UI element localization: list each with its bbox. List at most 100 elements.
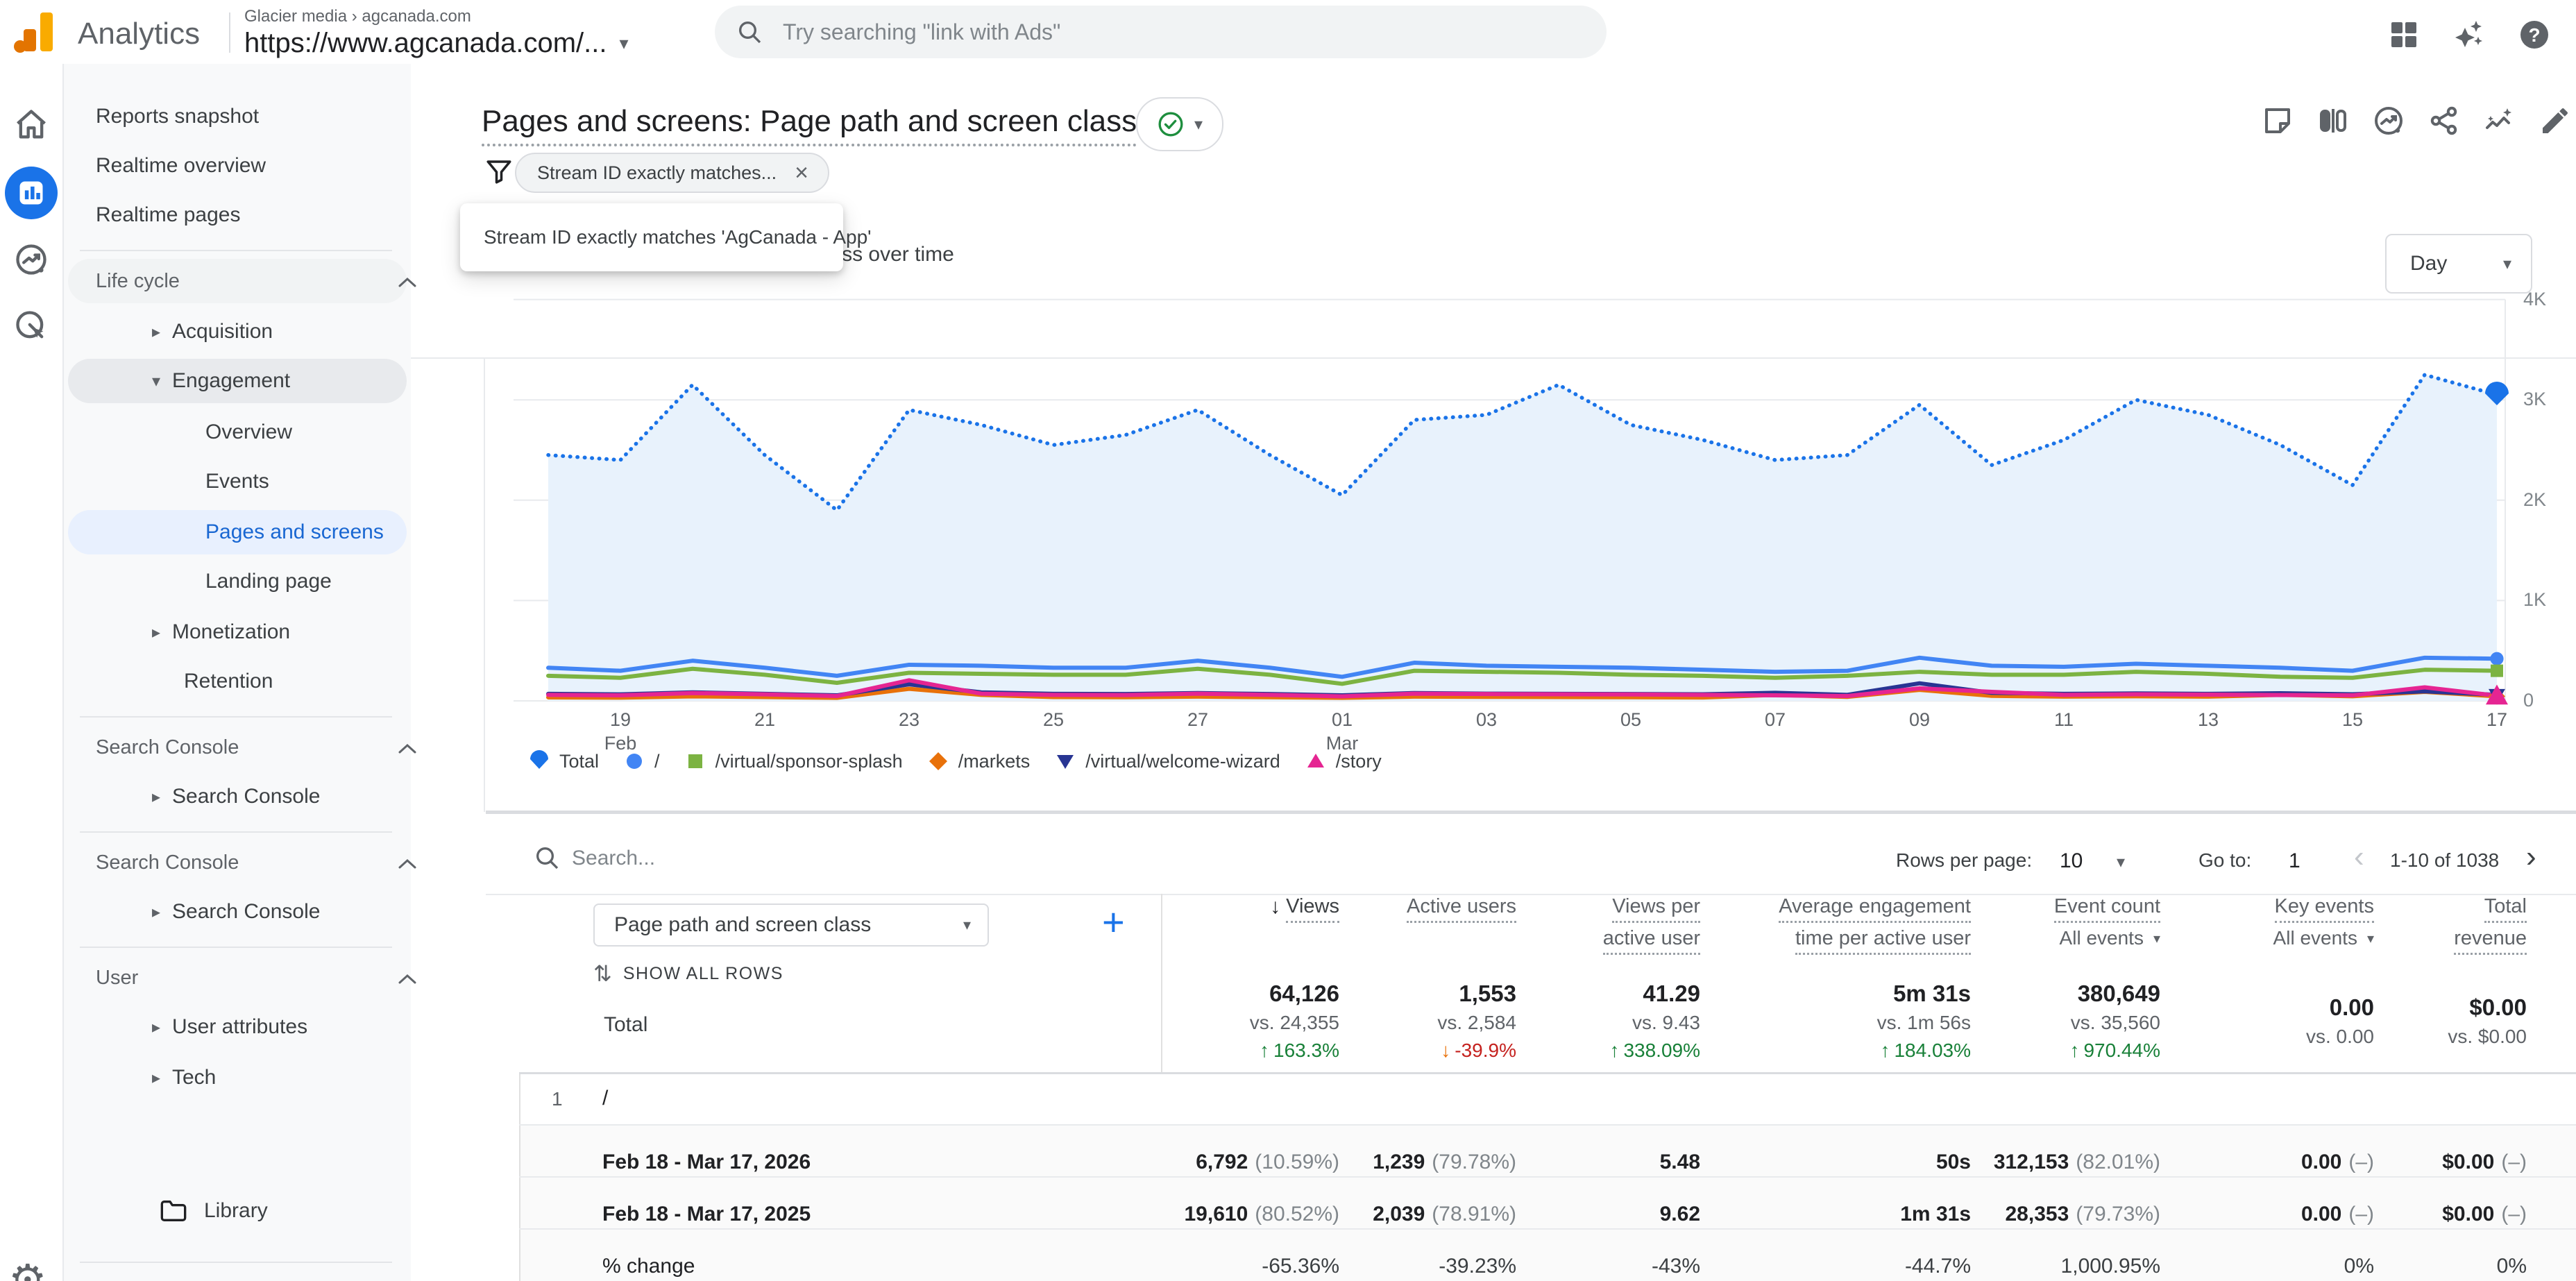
home-icon[interactable] xyxy=(13,107,49,143)
sidebar-item-search-console[interactable]: ▸Search Console xyxy=(62,774,489,819)
page-next-icon[interactable]: › xyxy=(2526,840,2536,874)
sidebar-item-engagement[interactable]: ▾Engagement xyxy=(62,359,489,403)
note-icon[interactable] xyxy=(2261,104,2294,137)
sidebar-item-acquisition[interactable]: ▸Acquisition xyxy=(62,309,489,354)
metric-filter-select[interactable]: All events▾ xyxy=(2060,927,2160,949)
x-tick-label: 27 xyxy=(1156,708,1239,731)
report-status-badge[interactable]: ▾ xyxy=(1136,97,1223,151)
totals-value: 380,649 xyxy=(2078,978,2160,1009)
sidebar-item-realtime-overview[interactable]: Realtime overview xyxy=(62,144,444,188)
sparkline-insights-icon[interactable] xyxy=(2483,104,2516,137)
rows-per-page-select[interactable]: 10 xyxy=(2060,849,2083,873)
sidebar-item-pages-and-screens[interactable]: Pages and screens xyxy=(62,510,554,554)
sidebar-item-retention[interactable]: Retention xyxy=(62,659,532,704)
chevron-up-icon[interactable] xyxy=(398,974,416,985)
divider xyxy=(229,12,230,53)
sidebar-item-tech[interactable]: ▸Tech xyxy=(62,1055,489,1100)
triangle-right-icon: ▸ xyxy=(140,622,172,643)
column-header-active-users[interactable]: Active users xyxy=(1407,895,1516,927)
column-header-total[interactable]: Totalrevenue xyxy=(2454,895,2527,959)
sidebar-item-search-console[interactable]: Search Console xyxy=(62,840,444,885)
timeseries-chart[interactable] xyxy=(411,285,2576,749)
sidebar-item-events[interactable]: Events xyxy=(62,459,554,504)
global-search-input[interactable]: Try searching "link with Ads" xyxy=(715,6,1607,58)
triangle-right-icon: ▸ xyxy=(140,1017,172,1037)
explore-icon[interactable] xyxy=(13,241,49,278)
column-header-event-count[interactable]: Event countAll events▾ xyxy=(2054,895,2160,949)
share-icon[interactable] xyxy=(2427,104,2461,137)
table-cell: -65.36% xyxy=(1262,1255,1339,1278)
settings-gear-icon[interactable]: ⚙ xyxy=(8,1255,47,1281)
legend-item[interactable]: /virtual/sponsor-splash xyxy=(684,749,903,773)
arrow-up-icon: ↑ xyxy=(1260,1037,1269,1064)
chevron-up-icon[interactable] xyxy=(398,743,416,754)
chevron-down-icon: ▾ xyxy=(2503,254,2511,274)
legend-item[interactable]: /story xyxy=(1304,749,1382,773)
advertising-icon[interactable] xyxy=(13,308,49,344)
x-tick-label: 25 xyxy=(1012,708,1095,731)
triangle-down-icon: ▾ xyxy=(140,371,172,391)
metric-filter-label: All events xyxy=(2273,927,2357,949)
legend-item[interactable]: /markets xyxy=(926,749,1031,773)
insights-circle-icon[interactable] xyxy=(2372,104,2405,137)
sidebar-item-search-console[interactable]: Search Console xyxy=(62,725,444,770)
chevron-up-icon[interactable] xyxy=(398,277,416,288)
breadcrumb[interactable]: Glacier media › agcanada.com xyxy=(244,7,471,26)
sidebar-item-overview[interactable]: Overview xyxy=(62,410,554,455)
sidebar-item-monetization[interactable]: ▸Monetization xyxy=(62,610,489,654)
subrow-label: Feb 18 - Mar 17, 2026 xyxy=(602,1151,811,1174)
column-header-views[interactable]: ↓Views xyxy=(1270,895,1339,927)
dimension-selector[interactable]: Page path and screen class▾ xyxy=(593,904,989,947)
chevron-down-icon[interactable]: ▾ xyxy=(2117,852,2125,872)
reports-rail-item-active[interactable] xyxy=(5,167,58,219)
header-label: Average engagement xyxy=(1779,895,1971,923)
table-search-input[interactable]: Search... xyxy=(572,847,655,870)
sidebar-item-reports-snapshot[interactable]: Reports snapshot xyxy=(62,94,444,139)
legend-item[interactable]: /virtual/welcome-wizard xyxy=(1053,749,1280,773)
edit-pencil-icon[interactable] xyxy=(2539,104,2572,137)
apps-grid-icon[interactable] xyxy=(2387,18,2421,51)
sidebar-item-life-cycle[interactable]: Life cycle xyxy=(62,259,444,303)
sidebar-item-realtime-pages[interactable]: Realtime pages xyxy=(62,193,444,237)
column-header-average-engagement[interactable]: Average engagementtime per active user xyxy=(1779,895,1971,959)
sidebar-item-user[interactable]: User xyxy=(62,956,444,1000)
x-tick-label: 05 xyxy=(1589,708,1672,731)
filter-chip[interactable]: Stream ID exactly matches... × xyxy=(515,153,829,193)
table-row[interactable] xyxy=(519,1074,2576,1124)
add-dimension-button[interactable]: + xyxy=(1102,899,1125,944)
page-prev-icon[interactable]: ‹ xyxy=(2354,840,2364,874)
totals-value: 1,553 xyxy=(1459,978,1516,1009)
help-icon[interactable]: ? xyxy=(2518,18,2551,51)
divider xyxy=(486,894,2576,895)
x-tick-label: 15 xyxy=(2311,708,2394,731)
header-label: Total xyxy=(2484,895,2527,923)
sidebar-item-search-console[interactable]: ▸Search Console xyxy=(62,890,489,934)
cell-percent: (10.59%) xyxy=(1255,1151,1339,1174)
table-subrow[interactable] xyxy=(519,1178,2576,1228)
gemini-sparkle-icon[interactable] xyxy=(2452,18,2486,51)
show-all-rows-button[interactable]: ⇅ SHOW ALL ROWS xyxy=(593,960,783,987)
sidebar-item-user-attributes[interactable]: ▸User attributes xyxy=(62,1005,489,1049)
close-icon[interactable]: × xyxy=(795,160,808,187)
property-selector[interactable]: https://www.agcanada.com/...▾ xyxy=(244,28,629,59)
comparison-icon[interactable] xyxy=(2316,104,2350,137)
sidebar-item-library[interactable]: Library xyxy=(62,1189,508,1233)
legend-item[interactable]: Total xyxy=(527,749,599,773)
legend-item[interactable]: / xyxy=(622,749,660,773)
chevron-up-icon[interactable] xyxy=(398,858,416,869)
metric-filter-select[interactable]: All events▾ xyxy=(2273,927,2374,949)
subrow-label: % change xyxy=(602,1255,695,1278)
column-header-views-per[interactable]: Views peractive user xyxy=(1603,895,1700,959)
sidebar-item-landing-page[interactable]: Landing page xyxy=(62,559,554,604)
table-subrow[interactable] xyxy=(519,1126,2576,1176)
column-header-key-events[interactable]: Key eventsAll events▾ xyxy=(2273,895,2374,949)
sidebar-item-label: Search Console xyxy=(172,785,320,808)
chevron-down-icon: ▾ xyxy=(1194,114,1203,135)
svg-text:?: ? xyxy=(2528,24,2540,46)
pagination-range: 1-10 of 1038 xyxy=(2390,849,2499,872)
subrow-label: Feb 18 - Mar 17, 2025 xyxy=(602,1203,811,1226)
unfold-icon: ⇅ xyxy=(593,960,612,987)
table-subrow[interactable] xyxy=(519,1230,2576,1281)
sidebar-item-label: Reports snapshot xyxy=(96,105,259,128)
goto-input[interactable]: 1 xyxy=(2289,849,2300,873)
